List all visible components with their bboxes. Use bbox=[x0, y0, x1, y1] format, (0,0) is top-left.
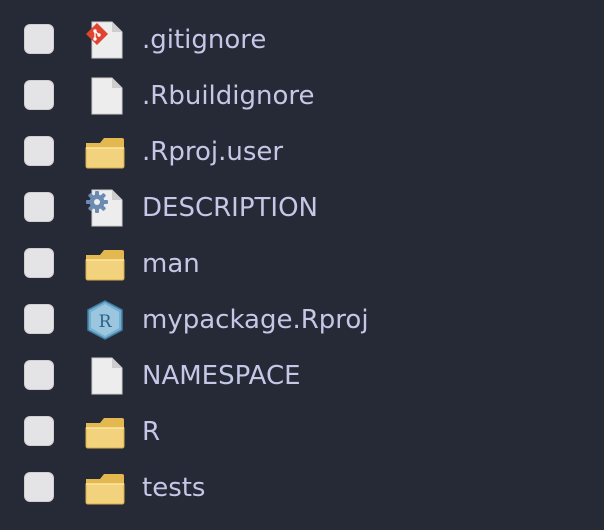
folder-icon bbox=[84, 244, 126, 284]
file-name-link[interactable]: tests bbox=[142, 460, 205, 516]
folder-icon bbox=[84, 468, 126, 508]
file-list: .gitignore .Rbuildignore .Rproj.user DES… bbox=[0, 0, 604, 530]
row-checkbox[interactable] bbox=[24, 192, 54, 222]
file-name-link[interactable]: .Rbuildignore bbox=[142, 68, 315, 124]
file-row-description[interactable]: DESCRIPTION bbox=[0, 180, 604, 236]
file-row-gitignore[interactable]: .gitignore bbox=[0, 12, 604, 68]
file-name-link[interactable]: mypackage.Rproj bbox=[142, 292, 369, 348]
row-checkbox[interactable] bbox=[24, 136, 54, 166]
folder-icon bbox=[84, 132, 126, 172]
file-row-namespace[interactable]: NAMESPACE bbox=[0, 348, 604, 404]
file-row-tests[interactable]: tests bbox=[0, 460, 604, 516]
file-name-link[interactable]: R bbox=[142, 404, 160, 460]
row-checkbox[interactable] bbox=[24, 24, 54, 54]
blank-file-icon bbox=[84, 76, 126, 116]
file-row-r[interactable]: R bbox=[0, 404, 604, 460]
r-project-icon bbox=[84, 300, 126, 340]
blank-file-icon bbox=[84, 356, 126, 396]
file-name-link[interactable]: .Rproj.user bbox=[142, 124, 283, 180]
file-name-link[interactable]: .gitignore bbox=[142, 12, 266, 68]
file-row-rproj-user[interactable]: .Rproj.user bbox=[0, 124, 604, 180]
row-checkbox[interactable] bbox=[24, 248, 54, 278]
file-name-link[interactable]: man bbox=[142, 236, 200, 292]
row-checkbox[interactable] bbox=[24, 472, 54, 502]
file-name-link[interactable]: DESCRIPTION bbox=[142, 180, 318, 236]
row-checkbox[interactable] bbox=[24, 304, 54, 334]
file-name-link[interactable]: NAMESPACE bbox=[142, 348, 301, 404]
file-row-man[interactable]: man bbox=[0, 236, 604, 292]
row-checkbox[interactable] bbox=[24, 360, 54, 390]
file-row-mypackage-rproj[interactable]: mypackage.Rproj bbox=[0, 292, 604, 348]
file-row-rbuildignore[interactable]: .Rbuildignore bbox=[0, 68, 604, 124]
gear-file-icon bbox=[84, 188, 126, 228]
folder-icon bbox=[84, 412, 126, 452]
row-checkbox[interactable] bbox=[24, 416, 54, 446]
row-checkbox[interactable] bbox=[24, 80, 54, 110]
git-file-icon bbox=[84, 20, 126, 60]
